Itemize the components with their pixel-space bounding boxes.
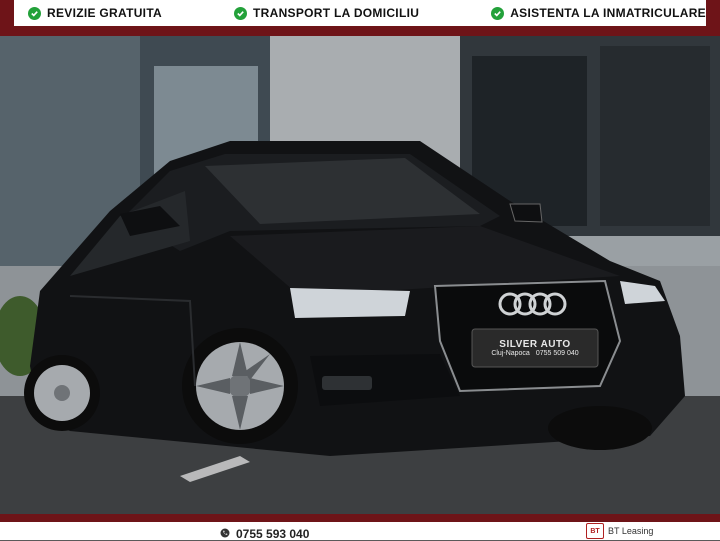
feature-label: ASISTENTA LA INMATRICULARE <box>510 6 706 20</box>
banner-corner-left <box>0 0 14 26</box>
plate-text: SILVER AUTO Cluj-Napoca 0755 509 040 <box>472 329 598 367</box>
feature-revizie: REVIZIE GRATUITA <box>28 6 162 20</box>
car-photo: SILVER AUTO Cluj-Napoca 0755 509 040 <box>0 36 720 514</box>
wheel-rear <box>24 355 100 431</box>
wheel-front <box>182 328 298 444</box>
headlight-left <box>290 288 410 318</box>
fog-light <box>322 376 372 390</box>
feature-transport: TRANSPORT LA DOMICILIU <box>234 6 419 20</box>
plate-phone: 0755 509 040 <box>535 350 579 357</box>
bottom-banner: 0755 593 040 BT BT Leasing <box>0 514 720 541</box>
feature-label: TRANSPORT LA DOMICILIU <box>253 6 420 20</box>
check-circle-icon <box>491 6 505 20</box>
plate-city: Cluj-Napoca <box>491 350 530 357</box>
contact-phone[interactable]: 0755 593 040 <box>220 527 309 541</box>
check-circle-icon <box>234 6 248 20</box>
plate-brand: SILVER AUTO <box>499 339 571 350</box>
banner-corner-right <box>706 0 720 26</box>
side-mirror-right <box>509 203 543 223</box>
bt-leasing-logo: BT <box>586 523 604 539</box>
feature-label: REVIZIE GRATUITA <box>47 6 163 20</box>
feature-asistenta: ASISTENTA LA INMATRICULARE <box>491 6 706 20</box>
phone-number: 0755 593 040 <box>236 527 310 541</box>
phone-icon <box>220 527 230 541</box>
plate-details: Cluj-Napoca 0755 509 040 <box>491 350 578 357</box>
wheel-front-right <box>548 406 652 450</box>
top-banner: REVIZIE GRATUITA TRANSPORT LA DOMICILIU … <box>0 0 720 36</box>
check-circle-icon <box>28 6 41 20</box>
leasing-label: BT Leasing <box>608 526 654 536</box>
leasing-badge: BT BT Leasing <box>586 523 653 539</box>
window-right-pane-2 <box>600 46 710 226</box>
